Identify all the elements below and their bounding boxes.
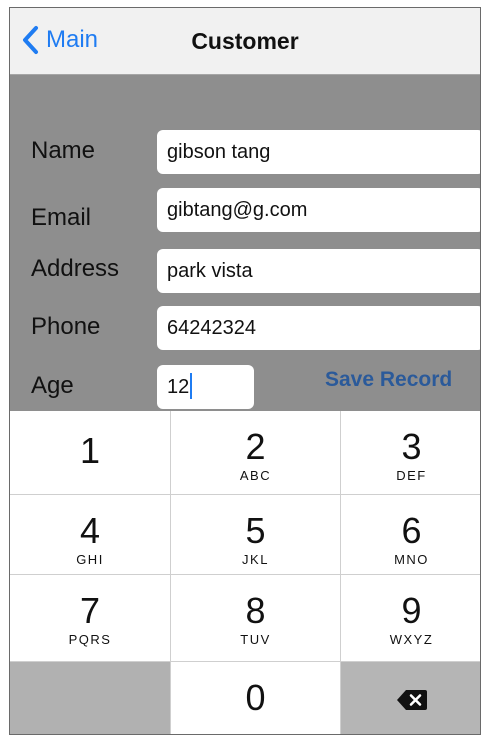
key-2[interactable]: 2 ABC xyxy=(171,411,341,495)
key-9[interactable]: 9 WXYZ xyxy=(341,575,480,662)
navigation-bar: Main Customer xyxy=(10,8,480,75)
email-field[interactable]: gibtang@g.com xyxy=(157,188,480,232)
key-digit: 5 xyxy=(245,510,266,551)
delete-key[interactable] xyxy=(341,662,480,734)
key-1[interactable]: 1 xyxy=(10,411,171,495)
key-letters: DEF xyxy=(396,468,427,483)
key-5[interactable]: 5 JKL xyxy=(171,495,341,575)
save-record-button[interactable]: Save Record xyxy=(325,365,452,395)
key-digit: 0 xyxy=(245,677,266,718)
name-field[interactable]: gibson tang xyxy=(157,130,480,174)
key-8[interactable]: 8 TUV xyxy=(171,575,341,662)
key-letters: JKL xyxy=(242,552,269,567)
key-digit: 4 xyxy=(79,510,101,551)
key-digit: 3 xyxy=(401,426,422,467)
phone-label: Phone xyxy=(31,313,101,340)
phone-screen: Main Customer Name gibson tang Email gib… xyxy=(9,7,481,735)
key-6[interactable]: 6 MNO xyxy=(341,495,480,575)
page-title: Customer xyxy=(191,28,299,54)
text-cursor xyxy=(190,372,193,399)
key-0[interactable]: 0 xyxy=(171,662,341,734)
key-digit: 7 xyxy=(79,590,101,631)
age-label: Age xyxy=(31,372,74,399)
address-label: Address xyxy=(31,255,120,282)
customer-form: Name gibson tang Email gibtang@g.com Add… xyxy=(10,76,480,411)
key-letters: PQRS xyxy=(68,632,112,647)
phone-field[interactable]: 64242324 xyxy=(157,306,480,350)
key-3[interactable]: 3 DEF xyxy=(341,411,480,495)
key-letters: MNO xyxy=(394,552,429,567)
key-letters: ABC xyxy=(239,468,272,483)
address-field[interactable]: park vista xyxy=(157,249,480,293)
age-value: 12 xyxy=(167,376,190,398)
email-label: Email xyxy=(31,204,92,231)
age-field[interactable]: 12 xyxy=(157,365,254,409)
backspace-icon xyxy=(395,688,429,717)
key-digit: 6 xyxy=(401,510,422,551)
numeric-keypad: 1 2 ABC 3 DEF 4 GHI 5 JKL 6 MNO 7 PQRS 8… xyxy=(10,411,480,734)
key-blank xyxy=(10,662,171,734)
key-letters: WXYZ xyxy=(389,632,434,647)
key-letters: TUV xyxy=(240,632,271,647)
key-letters: GHI xyxy=(76,552,104,567)
key-digit: 9 xyxy=(401,590,422,631)
key-digit: 1 xyxy=(79,430,101,471)
key-digit: 2 xyxy=(245,426,266,467)
key-digit: 8 xyxy=(245,590,266,631)
key-4[interactable]: 4 GHI xyxy=(10,495,171,575)
name-label: Name xyxy=(31,137,96,164)
key-7[interactable]: 7 PQRS xyxy=(10,575,171,662)
